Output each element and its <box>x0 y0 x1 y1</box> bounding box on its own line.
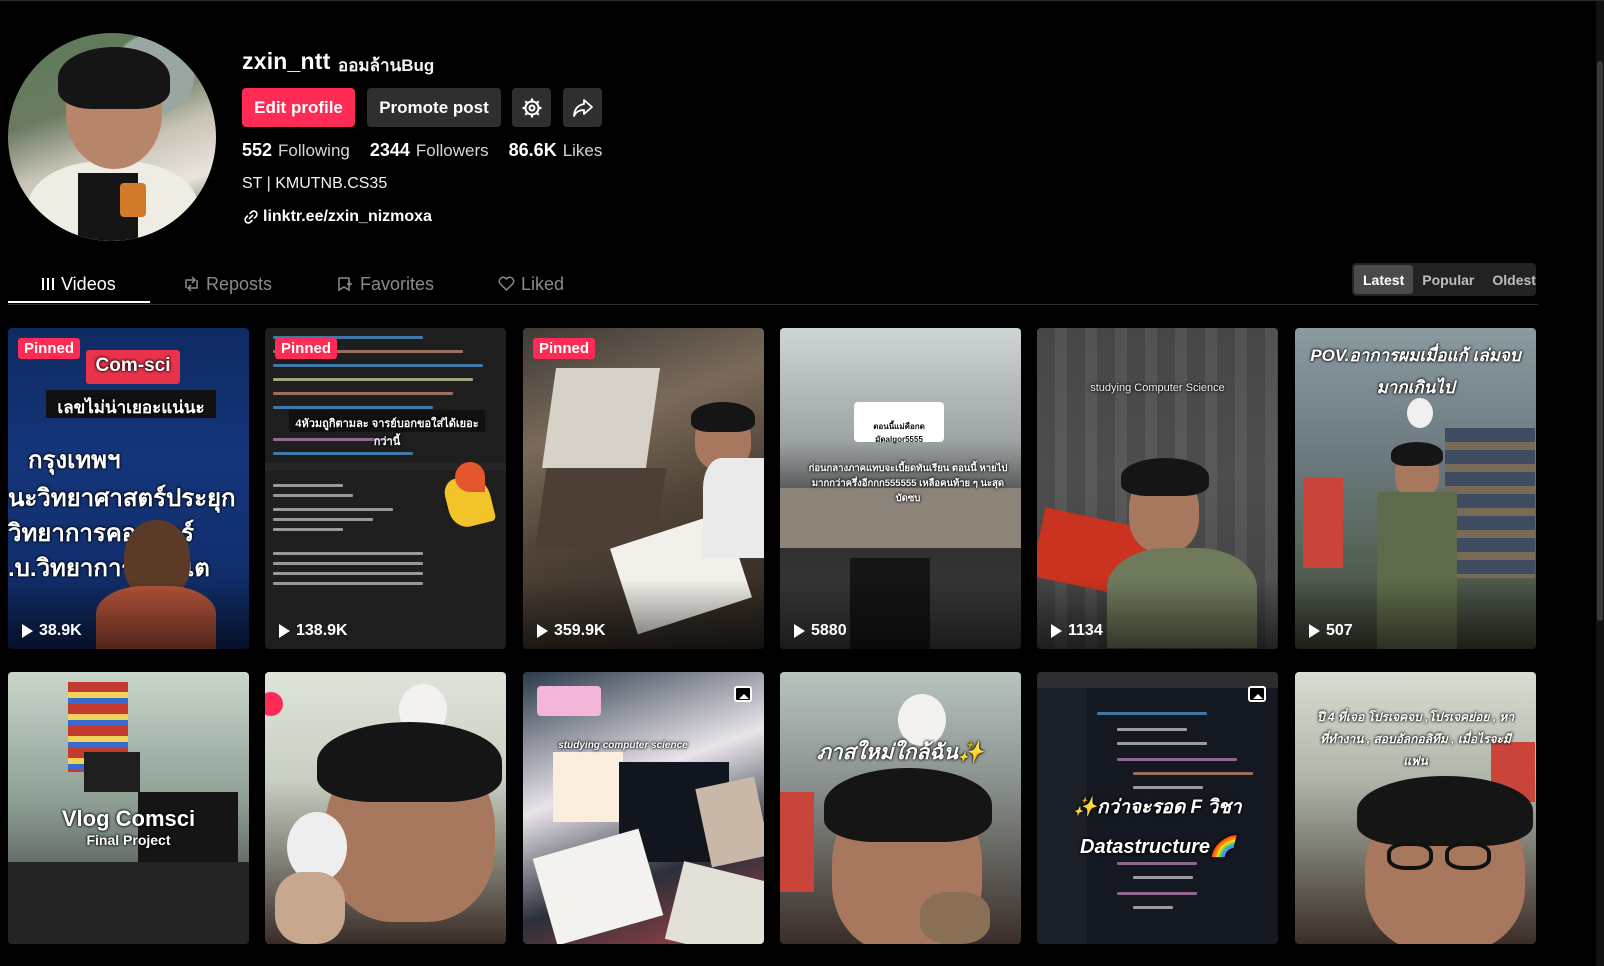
share-button[interactable] <box>563 88 602 127</box>
profile-link[interactable]: linktr.ee/zxin_nizmoxa <box>244 208 432 226</box>
video-bg-text: กรุงเทพฯ <box>28 447 121 474</box>
photo-icon <box>1248 686 1266 702</box>
video-caption-sub: Final Project <box>86 832 171 848</box>
video-caption-overlay: ✨กว่าจะรอด F วิชา <box>1073 797 1242 818</box>
scrollbar-track[interactable] <box>1596 1 1604 966</box>
video-card[interactable] <box>265 672 506 944</box>
content-tabs: Videos Reposts Favorites Liked <box>8 265 1538 305</box>
play-icon <box>22 624 33 638</box>
gear-icon <box>521 97 542 118</box>
video-caption-overlay: studying computer science <box>558 740 688 751</box>
video-card[interactable]: ตอนนี้แม่คือกดมัดalgor5555 ก่อนกลางภาคแท… <box>780 328 1021 649</box>
view-count: 38.9K <box>22 622 82 640</box>
video-card[interactable]: POV.อาการผมเมื่อแก้ เล่มจบมากเกินไป 507 <box>1295 328 1536 649</box>
username: zxin_ntt <box>242 48 331 74</box>
video-caption-overlay: ภาสใหม่ใกล้ฉัน✨ <box>816 741 985 764</box>
view-count: 507 <box>1309 622 1353 640</box>
repost-icon <box>185 276 198 292</box>
share-icon <box>572 98 593 117</box>
video-caption-overlay: ก่อนกลางภาคแทบจะเบี้ยดทันเรียน ตอนนี้ หา… <box>808 463 1008 504</box>
video-card[interactable]: ปี 4 ที่เจอ โปรเจคจบ ,โปรเจคย่อย , หาที่… <box>1295 672 1536 944</box>
video-caption-overlay: Vlog Comsci <box>61 806 196 831</box>
likes-stat: 86.6K Likes <box>509 140 603 161</box>
settings-button[interactable] <box>512 88 551 127</box>
video-caption-overlay: ปี 4 ที่เจอ โปรเจคจบ ,โปรเจคย่อย , หาที่… <box>1316 710 1515 768</box>
link-icon <box>244 210 258 224</box>
sort-toggle: Latest Popular Oldest <box>1352 263 1536 296</box>
tab-videos[interactable]: Videos <box>41 265 116 303</box>
grid-icon <box>42 278 54 290</box>
sort-latest-button[interactable]: Latest <box>1354 265 1414 294</box>
bio: ST | KMUTNB.CS35 <box>242 175 388 192</box>
photo-icon <box>734 686 752 702</box>
promote-post-button[interactable]: Promote post <box>367 88 501 127</box>
avatar[interactable] <box>8 33 216 241</box>
play-icon <box>279 624 290 638</box>
followers-count: 2344 <box>369 140 410 160</box>
view-count: 138.9K <box>279 622 348 640</box>
view-count: 5880 <box>794 622 847 640</box>
video-caption-overlay: studying Computer Science <box>1090 382 1225 394</box>
video-card[interactable]: กรุงเทพฯ นะวิทยาศาสตร์ประยุก วิทยาการคอ … <box>8 328 249 649</box>
video-card[interactable]: Vlog Comsci Final Project <box>8 672 249 944</box>
edit-profile-button[interactable]: Edit profile <box>242 88 355 127</box>
video-caption-overlay: POV.อาการผมเมื่อแก้ เล่มจบมากเกินไป <box>1310 346 1521 397</box>
tab-favorites[interactable]: Favorites <box>337 265 434 303</box>
video-card[interactable]: Pinned 359.9K <box>523 328 764 649</box>
tab-reposts[interactable]: Reposts <box>183 265 272 303</box>
video-tag: Com-sci <box>95 355 171 376</box>
sort-oldest-button[interactable]: Oldest <box>1483 265 1545 294</box>
view-count: 359.9K <box>537 622 606 640</box>
video-card[interactable]: studying computer science <box>523 672 764 944</box>
scrollbar-thumb[interactable] <box>1597 61 1603 621</box>
bookmark-icon <box>338 277 352 292</box>
profile-link-text[interactable]: linktr.ee/zxin_nizmoxa <box>263 208 432 226</box>
followers-stat[interactable]: 2344 Followers <box>370 140 489 161</box>
video-card[interactable]: studying Computer Science 1134 <box>1037 328 1278 649</box>
profile-page: zxin_ntt ออมล้านBug Edit profile Promote… <box>0 0 1604 966</box>
play-icon <box>1051 624 1062 638</box>
tab-favorites-label: Favorites <box>360 273 435 294</box>
video-caption-sub: Datastructure🌈 <box>1080 836 1235 858</box>
video-card[interactable]: 4หัวมถูกิตามละ จารย์บอกขอใส่ได้เยอะกว่าน… <box>265 328 506 649</box>
followers-label: Followers <box>415 141 489 160</box>
following-label: Following <box>278 141 350 160</box>
play-icon <box>537 624 548 638</box>
video-caption-overlay: เลขไม่น่าเยอะแน่นะ <box>57 398 205 417</box>
heart-icon <box>498 276 515 292</box>
play-icon <box>794 624 805 638</box>
sort-popular-button[interactable]: Popular <box>1413 265 1483 294</box>
likes-label: Likes <box>562 141 603 160</box>
following-count: 552 <box>242 140 273 160</box>
tab-videos-label: Videos <box>61 273 116 294</box>
likes-count: 86.6K <box>508 140 557 160</box>
active-tab-indicator <box>8 301 150 303</box>
view-count: 1134 <box>1051 622 1103 640</box>
play-icon <box>1309 624 1320 638</box>
video-card[interactable]: ภาสใหม่ใกล้ฉัน✨ <box>780 672 1021 944</box>
video-bg-text: นะวิทยาศาสตร์ประยุก <box>8 485 236 512</box>
nickname: ออมล้านBug <box>338 56 435 75</box>
profile-stats: 552 Following 2344 Followers 86.6K Likes <box>242 140 602 161</box>
tab-liked[interactable]: Liked <box>498 265 564 303</box>
pinned-badge: Pinned <box>18 338 81 359</box>
pinned-badge: Pinned <box>275 338 338 359</box>
pinned-badge: Pinned <box>533 338 596 359</box>
tab-reposts-label: Reposts <box>206 273 273 294</box>
following-stat[interactable]: 552 Following <box>242 140 350 161</box>
video-caption-overlay: 4หัวมถูกิตามละ จารย์บอกขอใส่ได้เยอะกว่าน… <box>295 418 479 448</box>
tab-liked-label: Liked <box>521 273 565 294</box>
video-note-overlay: ตอนนี้แม่คือกดมัดalgor5555 <box>873 422 925 444</box>
video-card[interactable]: ✨กว่าจะรอด F วิชา Datastructure🌈 <box>1037 672 1278 944</box>
